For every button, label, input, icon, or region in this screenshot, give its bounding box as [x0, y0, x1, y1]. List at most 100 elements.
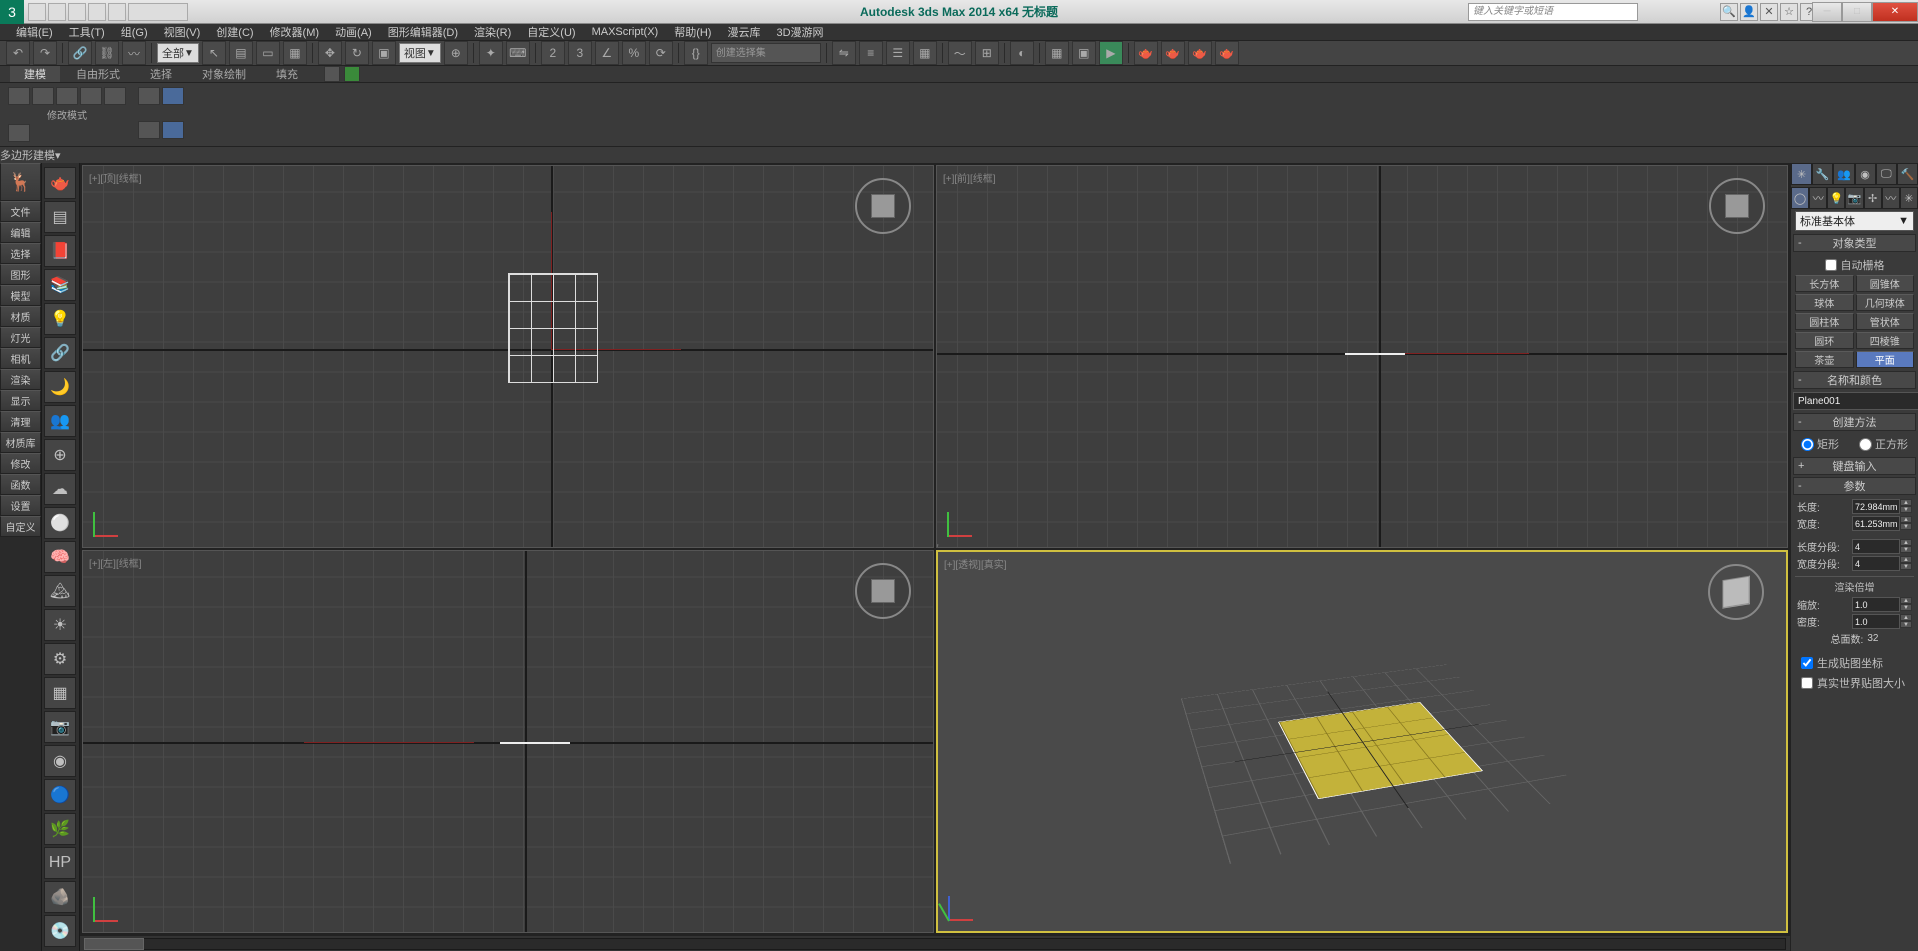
sphere-tool-icon[interactable]: ⚪: [44, 507, 76, 539]
vside-lights[interactable]: 灯光: [0, 327, 41, 348]
layer-manager-icon[interactable]: ☰: [886, 41, 910, 65]
library-tool-icon[interactable]: 📚: [44, 269, 76, 301]
orbit-tool-icon[interactable]: ⊕: [44, 439, 76, 471]
teapot-2-icon[interactable]: 🫖: [1161, 41, 1185, 65]
undo-icon[interactable]: ↶: [6, 41, 30, 65]
tab-freeform[interactable]: 自由形式: [62, 66, 134, 82]
tube-button[interactable]: 管状体: [1856, 313, 1915, 330]
object-name-input[interactable]: [1793, 392, 1918, 410]
select-object-icon[interactable]: ↖: [202, 41, 226, 65]
create-tab-icon[interactable]: ✳: [1791, 163, 1812, 185]
torus-button[interactable]: 圆环: [1795, 332, 1854, 349]
signin-icon[interactable]: 👤: [1740, 3, 1758, 21]
vside-function[interactable]: 函数: [0, 474, 41, 495]
qat-save-icon[interactable]: [68, 3, 86, 21]
box-button[interactable]: 长方体: [1795, 275, 1854, 292]
tab-object-paint[interactable]: 对象绘制: [188, 66, 260, 82]
lsegs-up[interactable]: ▲: [1900, 539, 1912, 546]
exchange-icon[interactable]: ✕: [1760, 3, 1778, 21]
ribbon-expand-icon[interactable]: [324, 66, 340, 82]
help-search-input[interactable]: 键入关键字或短语: [1468, 3, 1638, 21]
render-production-icon[interactable]: ▶: [1099, 41, 1123, 65]
spinner-snap-icon[interactable]: ⟳: [649, 41, 673, 65]
square-radio[interactable]: [1859, 438, 1872, 451]
cloud-tool-icon[interactable]: ☁: [44, 473, 76, 505]
rectangle-radio[interactable]: [1801, 438, 1814, 451]
motion-tab-icon[interactable]: ◉: [1855, 163, 1876, 185]
mountain-tool-icon[interactable]: 🏔: [44, 575, 76, 607]
width-down[interactable]: ▼: [1900, 523, 1912, 530]
modify-tab-icon[interactable]: 🔧: [1812, 163, 1833, 185]
redo-icon[interactable]: ↷: [33, 41, 57, 65]
gear-tool-icon[interactable]: ⚙: [44, 643, 76, 675]
viewport-top[interactable]: [+][顶][线框]: [82, 165, 934, 548]
length-down[interactable]: ▼: [1900, 506, 1912, 513]
blue-sphere-tool-icon[interactable]: 🔵: [44, 779, 76, 811]
shapes-subtab-icon[interactable]: 〰: [1809, 187, 1827, 209]
ribbon-edge-icon[interactable]: [32, 87, 54, 105]
menu-cloud-lib[interactable]: 漫云库: [721, 24, 766, 40]
menu-views[interactable]: 视图(V): [158, 24, 207, 40]
link-tool-icon[interactable]: 🔗: [44, 337, 76, 369]
qat-undo-icon[interactable]: [88, 3, 106, 21]
grid-tool-icon[interactable]: ▦: [44, 677, 76, 709]
cameras-subtab-icon[interactable]: 📷: [1845, 187, 1863, 209]
deer-icon[interactable]: 🦌: [0, 163, 41, 201]
select-by-name-icon[interactable]: ▤: [229, 41, 253, 65]
render-setup-icon[interactable]: ▦: [1045, 41, 1069, 65]
auto-grid-checkbox[interactable]: [1825, 259, 1837, 271]
ribbon-collapse-icon[interactable]: [8, 124, 30, 142]
maximize-button[interactable]: □: [1842, 2, 1872, 22]
select-scale-icon[interactable]: ▣: [372, 41, 396, 65]
cone-button[interactable]: 圆锥体: [1856, 275, 1915, 292]
vside-display[interactable]: 显示: [0, 390, 41, 411]
gen-mapping-checkbox[interactable]: [1801, 657, 1813, 669]
scale-input[interactable]: [1852, 597, 1900, 612]
vside-render[interactable]: 渲染: [0, 369, 41, 390]
render-frame-icon[interactable]: ▣: [1072, 41, 1096, 65]
vside-cleanup[interactable]: 清理: [0, 411, 41, 432]
plane-button[interactable]: 平面: [1856, 351, 1915, 368]
camera-tool-icon[interactable]: 📷: [44, 711, 76, 743]
pivot-center-icon[interactable]: ⊕: [444, 41, 468, 65]
menu-group[interactable]: 组(G): [115, 24, 154, 40]
vside-settings[interactable]: 设置: [0, 495, 41, 516]
creation-method-rollout[interactable]: -创建方法: [1793, 413, 1916, 431]
select-move-icon[interactable]: ✥: [318, 41, 342, 65]
viewport-front[interactable]: [+][前][线框] GXI网 system.com: [936, 165, 1788, 548]
lsegs-down[interactable]: ▼: [1900, 546, 1912, 553]
app-icon[interactable]: 3: [0, 0, 24, 24]
brain-tool-icon[interactable]: 🧠: [44, 541, 76, 573]
ribbon-play-icon[interactable]: [344, 66, 360, 82]
bind-spacewarp-icon[interactable]: 〰: [122, 41, 146, 65]
viewport-perspective[interactable]: [+][透视][真实]: [936, 550, 1788, 933]
width-up[interactable]: ▲: [1900, 516, 1912, 523]
angle-snap-icon[interactable]: ∠: [595, 41, 619, 65]
curve-editor-icon[interactable]: 〜: [948, 41, 972, 65]
geometry-subtab-icon[interactable]: ◯: [1791, 187, 1809, 209]
menu-modifiers[interactable]: 修改器(M): [264, 24, 326, 40]
light-tool-icon[interactable]: 💡: [44, 303, 76, 335]
select-manipulate-icon[interactable]: ✦: [479, 41, 503, 65]
viewport-top-label[interactable]: [+][顶][线框]: [89, 170, 142, 185]
grass-tool-icon[interactable]: 🌿: [44, 813, 76, 845]
menu-animation[interactable]: 动画(A): [329, 24, 378, 40]
graphite-toggle-icon[interactable]: ▦: [913, 41, 937, 65]
density-up[interactable]: ▲: [1900, 614, 1912, 621]
menu-maxscript[interactable]: MAXScript(X): [586, 24, 665, 40]
tab-modeling[interactable]: 建模: [10, 66, 60, 82]
time-slider-thumb[interactable]: [84, 938, 144, 950]
menu-customize[interactable]: 自定义(U): [521, 24, 581, 40]
qat-redo-icon[interactable]: [108, 3, 126, 21]
disc2-tool-icon[interactable]: 💿: [44, 915, 76, 947]
select-rotate-icon[interactable]: ↻: [345, 41, 369, 65]
disc-tool-icon[interactable]: ◉: [44, 745, 76, 777]
density-input[interactable]: [1852, 614, 1900, 629]
people-tool-icon[interactable]: 👥: [44, 405, 76, 437]
vside-shapes[interactable]: 图形: [0, 264, 41, 285]
rock-tool-icon[interactable]: 🪨: [44, 881, 76, 913]
wsegs-down[interactable]: ▼: [1900, 563, 1912, 570]
keyboard-input-rollout[interactable]: +键盘输入: [1793, 457, 1916, 475]
qat-workspace-dd[interactable]: [128, 3, 188, 21]
systems-subtab-icon[interactable]: ✳: [1900, 187, 1918, 209]
